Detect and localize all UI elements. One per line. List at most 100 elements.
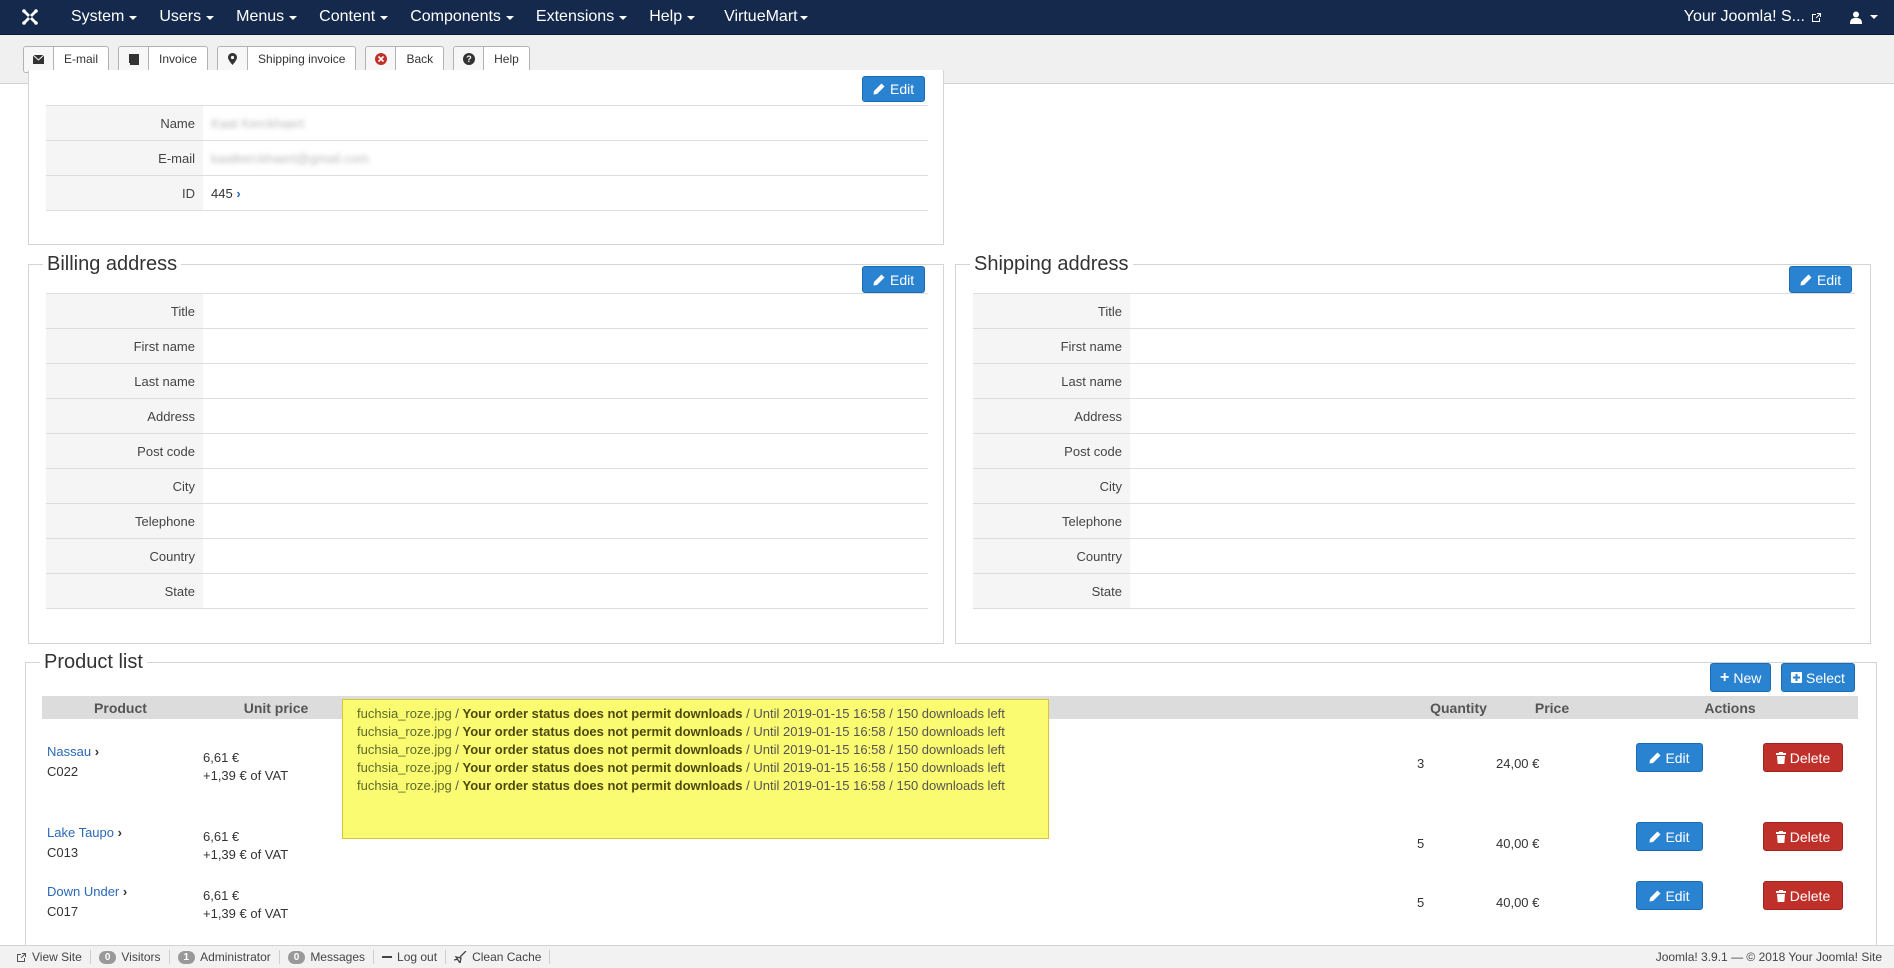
product-link[interactable]: Lake Taupo › — [47, 825, 122, 840]
row-edit-button[interactable]: Edit — [1636, 743, 1703, 772]
shipping-address-panel: Shipping address Edit Title First name L… — [955, 251, 1871, 644]
product-link[interactable]: Nassau › — [47, 744, 99, 759]
shipping-table: Title First name Last name Address Post … — [973, 293, 1855, 609]
row-delete-button[interactable]: Delete — [1763, 822, 1843, 851]
unit-price-cell: 6,61 € +1,39 € of VAT — [203, 887, 288, 923]
chevron-right-icon: › — [122, 884, 128, 899]
field-value — [1130, 328, 1855, 364]
file-name[interactable]: fuchsia_roze.jpg — [357, 760, 452, 775]
unit-price: 6,61 € — [203, 750, 240, 765]
navbar-right: Your Joomla! S... — [1666, 0, 1894, 35]
invoice-button-label: Invoice — [159, 52, 198, 66]
file-name[interactable]: fuchsia_roze.jpg — [357, 742, 452, 757]
menu-help[interactable]: Help — [638, 0, 706, 35]
unit-price-cell: 6,61 € +1,39 € of VAT — [203, 828, 288, 864]
quantity: 3 — [1417, 756, 1425, 771]
help-button[interactable]: ? Help — [453, 45, 530, 73]
product-name: Nassau — [47, 744, 92, 759]
field-value — [203, 538, 928, 574]
field-value — [203, 433, 928, 469]
select-product-button[interactable]: Select — [1781, 663, 1855, 692]
download-status: Your order status does not permit downlo… — [462, 742, 743, 757]
messages-label: Messages — [310, 950, 366, 964]
admin-label: Administrator — [200, 950, 271, 964]
table-row: State — [46, 573, 928, 609]
files-list: fuchsia_roze.jpg / Your order status doe… — [342, 699, 1049, 839]
menu-users[interactable]: Users — [148, 0, 225, 35]
svg-text:?: ? — [466, 54, 472, 64]
caret-down-icon — [206, 16, 215, 20]
chevron-right-icon: › — [94, 744, 100, 759]
field-label: Last name — [973, 363, 1130, 399]
customer-id: 445 — [211, 185, 233, 201]
file-name[interactable]: fuchsia_roze.jpg — [357, 706, 452, 721]
trash-icon — [1775, 751, 1786, 764]
menu-content[interactable]: Content — [308, 0, 399, 35]
user-menu[interactable] — [1840, 11, 1894, 24]
trash-icon — [1775, 830, 1786, 843]
administrator-link[interactable]: 1 Administrator — [170, 950, 280, 964]
new-product-button[interactable]: + New — [1710, 663, 1772, 692]
email-button[interactable]: E-mail — [23, 45, 110, 73]
messages-link[interactable]: 0 Messages — [280, 950, 375, 964]
table-row: Country — [973, 538, 1855, 574]
joomla-logo-icon[interactable] — [0, 0, 60, 35]
menu-virtuemart[interactable]: VirtueMart — [706, 0, 819, 35]
logout-link[interactable]: Log out — [374, 950, 447, 964]
status-bar: View Site 0 Visitors 1 Administrator 0 M… — [0, 945, 1894, 968]
row-delete-button[interactable]: Delete — [1763, 881, 1843, 910]
view-site-link[interactable]: View Site — [8, 950, 91, 964]
chevron-right-icon[interactable]: › — [236, 186, 240, 201]
quantity: 5 — [1417, 836, 1425, 851]
unit-price: 6,61 € — [203, 888, 240, 903]
row-delete-button[interactable]: Delete — [1763, 743, 1843, 772]
file-name[interactable]: fuchsia_roze.jpg — [357, 778, 452, 793]
row-edit-button[interactable]: Edit — [1636, 881, 1703, 910]
field-label: State — [46, 573, 203, 609]
shipping-edit-button[interactable]: Edit — [1789, 266, 1853, 293]
edit-label: Edit — [1817, 271, 1842, 288]
download-status: Your order status does not permit downlo… — [462, 706, 743, 721]
field-label: ID — [46, 175, 203, 211]
menu-system[interactable]: System — [60, 0, 148, 35]
table-row: Last name — [973, 363, 1855, 399]
file-entry: fuchsia_roze.jpg / Your order status doe… — [357, 778, 1005, 793]
delete-label: Delete — [1789, 828, 1831, 845]
menu-extensions[interactable]: Extensions — [525, 0, 638, 35]
menu-components[interactable]: Components — [399, 0, 525, 35]
help-button-label: Help — [494, 52, 519, 66]
field-label: Title — [973, 293, 1130, 329]
file-entry: fuchsia_roze.jpg / Your order status doe… — [357, 760, 1005, 775]
site-link[interactable]: Your Joomla! S... — [1666, 8, 1840, 26]
table-row: Post code — [973, 433, 1855, 469]
plus-square-icon — [1791, 672, 1802, 683]
downloads-left: 150 downloads left — [896, 778, 1005, 793]
product-link[interactable]: Down Under › — [47, 884, 127, 899]
visitors-link[interactable]: 0 Visitors — [91, 950, 170, 964]
field-label: Telephone — [46, 503, 203, 539]
caret-down-icon — [505, 16, 514, 20]
footer-copyright: Joomla! 3.9.1 — © 2018 Your Joomla! Site — [1655, 950, 1882, 964]
menu-menus[interactable]: Menus — [225, 0, 308, 35]
shipping-invoice-button[interactable]: Shipping invoice — [217, 45, 357, 73]
vat-amount: +1,39 € of VAT — [203, 847, 289, 862]
billing-edit-button[interactable]: Edit — [862, 266, 926, 293]
field-value: Kaat Kerckhaert — [203, 105, 928, 141]
field-label: State — [973, 573, 1130, 609]
vat-amount: +1,39 € of VAT — [203, 768, 289, 783]
customer-edit-button[interactable]: Edit — [862, 76, 926, 102]
file-name[interactable]: fuchsia_roze.jpg — [357, 724, 452, 739]
edit-label: Edit — [890, 271, 915, 288]
book-icon — [119, 46, 150, 72]
invoice-button[interactable]: Invoice — [118, 45, 209, 73]
new-label: New — [1733, 669, 1762, 686]
header-price: Price — [1534, 699, 1570, 716]
broom-icon — [454, 951, 467, 963]
field-label: Address — [46, 398, 203, 434]
clean-cache-link[interactable]: Clean Cache — [446, 950, 551, 964]
billing-address-title: Billing address — [43, 251, 182, 277]
product-sku: C017 — [47, 904, 79, 919]
row-edit-button[interactable]: Edit — [1636, 822, 1703, 851]
back-button[interactable]: Back — [365, 45, 445, 73]
header-product: Product — [94, 699, 147, 716]
